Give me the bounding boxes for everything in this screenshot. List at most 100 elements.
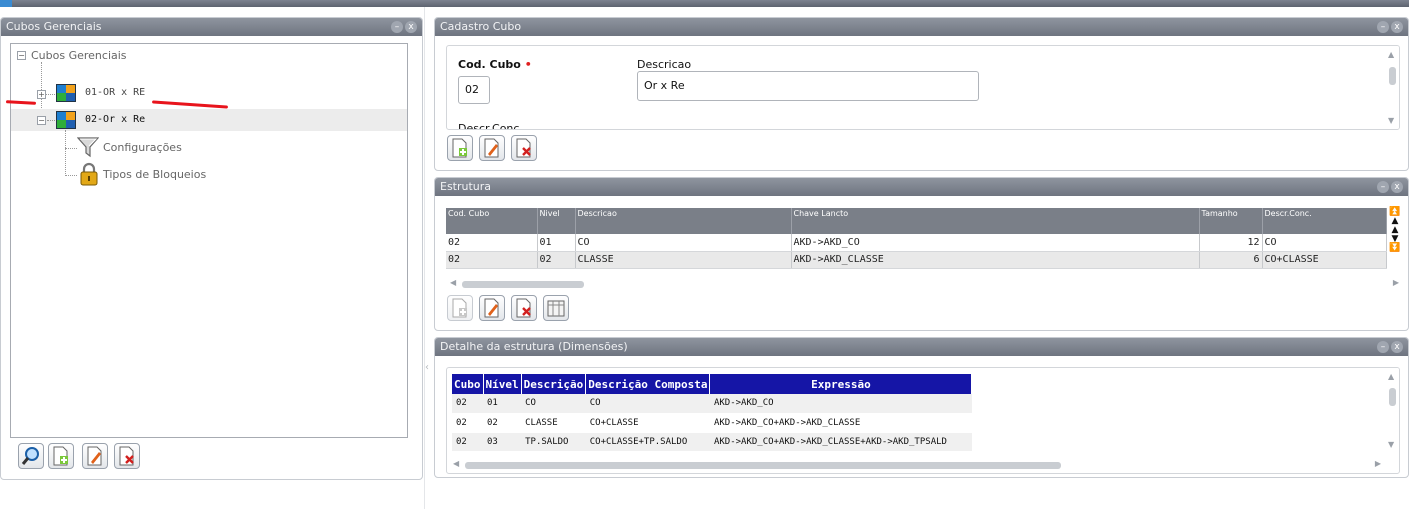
table-cell: 02 (452, 432, 483, 452)
new-document-icon (452, 298, 467, 318)
panel-title: Cadastro Cubo (440, 20, 522, 33)
panel-header: Cubos Gerenciais – x (1, 18, 422, 36)
table-cell: 02 (537, 251, 576, 269)
tree-line (65, 148, 77, 149)
form-area: Cod. Cubo • 02 Descricao Or x Re Descr.C… (446, 45, 1400, 130)
splitter[interactable] (424, 7, 425, 509)
column-header[interactable]: Descricao (575, 208, 792, 234)
column-header: Descrição Composta (585, 374, 711, 394)
minimize-button[interactable]: – (391, 21, 403, 33)
table-button[interactable] (543, 295, 569, 321)
edit-document-icon (87, 446, 102, 466)
panel-title: Cubos Gerenciais (6, 20, 102, 33)
table-header: Cubo Nível Descrição Descrição Composta … (452, 374, 973, 394)
tree-item-label[interactable]: 02-Or x Re (85, 114, 145, 125)
tree-line (65, 175, 77, 176)
column-header[interactable]: Cod. Cubo (446, 208, 538, 234)
column-header: Cubo (452, 374, 484, 394)
descricao-label: Descricao (637, 58, 692, 71)
cod-cubo-field[interactable]: 02 (458, 76, 490, 104)
collapse-icon[interactable]: − (37, 116, 46, 125)
detail-vertical-scrollbar[interactable]: ▲ ▼ (1385, 368, 1399, 456)
tree-line (65, 130, 66, 176)
cube-icon (56, 111, 76, 129)
new-button[interactable] (48, 443, 74, 469)
delete-document-icon (516, 298, 531, 318)
app-logo-icon (0, 0, 12, 7)
column-header: Expressão (709, 374, 973, 394)
last-record-icon[interactable]: ⏬ (1389, 244, 1401, 253)
new-button[interactable] (447, 135, 473, 161)
panel-header: Cadastro Cubo – x (435, 18, 1408, 36)
estrutura-panel: Estrutura – x Cod. Cubo Nivel Descricao … (434, 177, 1409, 331)
column-header[interactable]: Tamanho (1199, 208, 1263, 234)
lock-icon (80, 162, 98, 186)
new-button[interactable] (447, 295, 473, 321)
table-cell: CO+CLASSE (1262, 251, 1387, 269)
form-scrollbar[interactable]: ▲ ▼ (1385, 46, 1399, 129)
detalhe-table: Cubo Nível Descrição Descrição Composta … (452, 374, 973, 452)
delete-button[interactable] (114, 443, 140, 469)
edit-button[interactable] (479, 135, 505, 161)
expand-icon[interactable]: + (37, 90, 46, 99)
tree-child-label[interactable]: Tipos de Bloqueios (103, 168, 206, 181)
table-cell: CLASSE (521, 413, 586, 433)
minimize-button[interactable]: – (1377, 341, 1389, 353)
table-cell: 02 (483, 413, 522, 433)
table-cell: 02 (452, 413, 483, 433)
tree-child-label[interactable]: Configurações (103, 141, 182, 154)
table-cell: AKD->AKD_CO+AKD->AKD_CLASSE (709, 413, 972, 433)
cube-icon (56, 84, 76, 102)
grid-nav-buttons: ⏫ ▲ ▲ ▼ ⏬ (1389, 208, 1401, 272)
detail-horizontal-scrollbar[interactable]: ◀ ▶ (449, 459, 1383, 471)
close-button[interactable]: x (1391, 341, 1403, 353)
delete-button[interactable] (511, 135, 537, 161)
panel-title: Estrutura (440, 180, 492, 193)
column-header[interactable]: Chave Lancto (791, 208, 1200, 234)
table-row[interactable]: 02 03 TP.SALDO CO+CLASSE+TP.SALDO AKD->A… (452, 432, 972, 452)
table-cell: 12 (1199, 234, 1263, 252)
delete-document-icon (119, 446, 134, 466)
collapse-icon[interactable]: − (17, 51, 26, 60)
edit-button[interactable] (82, 443, 108, 469)
magnifier-icon (21, 447, 39, 465)
cubes-tree: − Cubos Gerenciais + 01-OR x RE − 02-Or … (10, 43, 408, 438)
minimize-button[interactable]: – (1377, 181, 1389, 193)
new-document-icon (452, 138, 467, 158)
delete-document-icon (516, 138, 531, 158)
table-cell: AKD->AKD_CO (791, 234, 1200, 252)
close-button[interactable]: x (405, 21, 417, 33)
close-button[interactable]: x (1391, 181, 1403, 193)
column-header: Nível (483, 374, 522, 394)
table-cell: CO+CLASSE (585, 413, 710, 433)
delete-button[interactable] (511, 295, 537, 321)
table-cell: CLASSE (575, 251, 792, 269)
search-button[interactable] (18, 443, 44, 469)
collapse-arrow-icon[interactable]: ‹ (425, 362, 429, 373)
table-cell: CO+CLASSE+TP.SALDO (585, 432, 710, 452)
table-row[interactable]: 02 02 CLASSE CO+CLASSE AKD->AKD_CO+AKD->… (452, 413, 972, 433)
panel-title: Detalhe da estrutura (Dimensões) (440, 340, 628, 353)
edit-button[interactable] (479, 295, 505, 321)
table-row[interactable]: 02 01 CO AKD->AKD_CO 12 CO (446, 234, 1387, 252)
cadastro-cubo-panel: Cadastro Cubo – x Cod. Cubo • 02 Descric… (434, 17, 1409, 171)
panel-header: Detalhe da estrutura (Dimensões) – x (435, 338, 1408, 356)
column-header: Descrição (521, 374, 587, 394)
tree-root-label[interactable]: Cubos Gerenciais (31, 49, 127, 62)
table-cell: 02 (446, 234, 538, 252)
table-cell: TP.SALDO (521, 432, 586, 452)
grid-horizontal-scrollbar[interactable]: ◀ ▶ (446, 278, 1401, 290)
table-cell: AKD->AKD_CLASSE (791, 251, 1200, 269)
close-button[interactable]: x (1391, 21, 1403, 33)
column-header[interactable]: Descr.Conc. (1262, 208, 1387, 234)
column-header[interactable]: Nivel (537, 208, 576, 234)
table-cell: 03 (483, 432, 522, 452)
table-row[interactable]: 02 02 CLASSE AKD->AKD_CLASSE 6 CO+CLASSE (446, 251, 1387, 269)
tree-item-label[interactable]: 01-OR x RE (85, 87, 145, 98)
table-icon (547, 300, 565, 317)
table-row[interactable]: 02 01 CO CO AKD->AKD_CO (452, 394, 972, 414)
grid-header: Cod. Cubo Nivel Descricao Chave Lancto T… (446, 208, 1387, 234)
minimize-button[interactable]: – (1377, 21, 1389, 33)
descricao-field[interactable]: Or x Re (637, 71, 979, 101)
table-cell: CO (521, 394, 586, 414)
